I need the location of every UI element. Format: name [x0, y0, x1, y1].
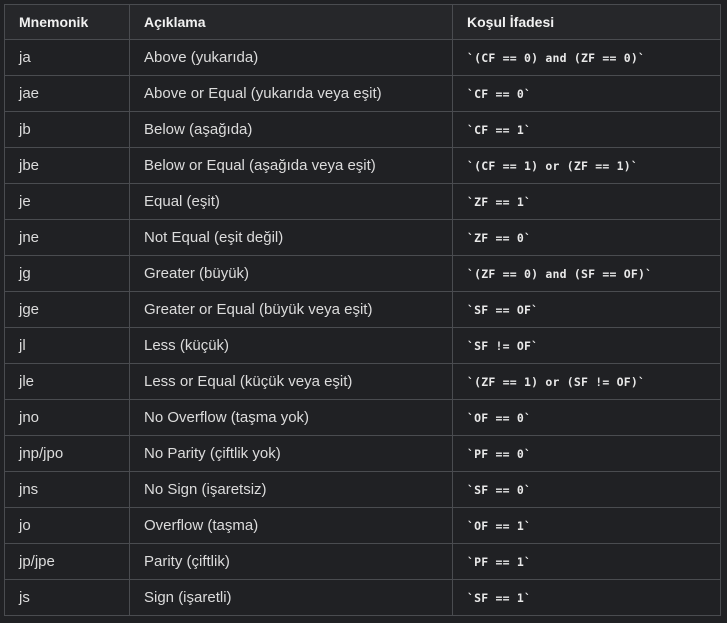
- description-cell: No Parity (çiftlik yok): [129, 435, 453, 472]
- mnemonic-cell: ja: [4, 39, 130, 76]
- table-row: jle Less or Equal (küçük veya eşit) `(ZF…: [4, 363, 721, 400]
- mnemonic-cell: je: [4, 183, 130, 220]
- description-cell: Less (küçük): [129, 327, 453, 364]
- condition-cell: `(ZF == 1) or (SF != OF)`: [452, 363, 721, 400]
- mnemonic-cell: jge: [4, 291, 130, 328]
- table-row: jno No Overflow (taşma yok) `OF == 0`: [4, 399, 721, 436]
- description-cell: Greater (büyük): [129, 255, 453, 292]
- table-row: jns No Sign (işaretsiz) `SF == 0`: [4, 471, 721, 508]
- condition-cell: `PF == 1`: [452, 543, 721, 580]
- mnemonic-cell: jp/jpe: [4, 543, 130, 580]
- mnemonic-cell: jae: [4, 75, 130, 112]
- conditional-jumps-table: Mnemonik Açıklama Koşul İfadesi ja Above…: [4, 4, 721, 616]
- table-row: jb Below (aşağıda) `CF == 1`: [4, 111, 721, 148]
- description-cell: Not Equal (eşit değil): [129, 219, 453, 256]
- column-header-mnemonic: Mnemonik: [4, 4, 130, 40]
- condition-cell: `(CF == 0) and (ZF == 0)`: [452, 39, 721, 76]
- condition-cell: `(ZF == 0) and (SF == OF)`: [452, 255, 721, 292]
- mnemonic-cell: jg: [4, 255, 130, 292]
- condition-cell: `CF == 0`: [452, 75, 721, 112]
- table-row: jbe Below or Equal (aşağıda veya eşit) `…: [4, 147, 721, 184]
- condition-cell: `SF == 0`: [452, 471, 721, 508]
- description-cell: No Sign (işaretsiz): [129, 471, 453, 508]
- description-cell: No Overflow (taşma yok): [129, 399, 453, 436]
- table-header: Mnemonik Açıklama Koşul İfadesi: [4, 4, 721, 40]
- condition-cell: `OF == 0`: [452, 399, 721, 436]
- table-row: ja Above (yukarıda) `(CF == 0) and (ZF =…: [4, 39, 721, 76]
- table-row: jnp/jpo No Parity (çiftlik yok) `PF == 0…: [4, 435, 721, 472]
- column-header-condition: Koşul İfadesi: [452, 4, 721, 40]
- description-cell: Above (yukarıda): [129, 39, 453, 76]
- table-row: js Sign (işaretli) `SF == 1`: [4, 579, 721, 616]
- header-row: Mnemonik Açıklama Koşul İfadesi: [4, 4, 721, 40]
- table-body: ja Above (yukarıda) `(CF == 0) and (ZF =…: [4, 39, 721, 616]
- table-row: jo Overflow (taşma) `OF == 1`: [4, 507, 721, 544]
- description-cell: Parity (çiftlik): [129, 543, 453, 580]
- mnemonic-cell: jbe: [4, 147, 130, 184]
- mnemonic-cell: js: [4, 579, 130, 616]
- condition-cell: `PF == 0`: [452, 435, 721, 472]
- table-row: jne Not Equal (eşit değil) `ZF == 0`: [4, 219, 721, 256]
- mnemonic-cell: jne: [4, 219, 130, 256]
- condition-cell: `SF != OF`: [452, 327, 721, 364]
- description-cell: Sign (işaretli): [129, 579, 453, 616]
- table-row: jp/jpe Parity (çiftlik) `PF == 1`: [4, 543, 721, 580]
- description-cell: Below or Equal (aşağıda veya eşit): [129, 147, 453, 184]
- condition-cell: `CF == 1`: [452, 111, 721, 148]
- mnemonic-cell: jo: [4, 507, 130, 544]
- condition-cell: `(CF == 1) or (ZF == 1)`: [452, 147, 721, 184]
- description-cell: Below (aşağıda): [129, 111, 453, 148]
- description-cell: Above or Equal (yukarıda veya eşit): [129, 75, 453, 112]
- condition-cell: `OF == 1`: [452, 507, 721, 544]
- mnemonic-cell: jle: [4, 363, 130, 400]
- description-cell: Equal (eşit): [129, 183, 453, 220]
- condition-cell: `SF == 1`: [452, 579, 721, 616]
- mnemonic-cell: jb: [4, 111, 130, 148]
- condition-cell: `ZF == 1`: [452, 183, 721, 220]
- table-row: jae Above or Equal (yukarıda veya eşit) …: [4, 75, 721, 112]
- description-cell: Greater or Equal (büyük veya eşit): [129, 291, 453, 328]
- conditional-jumps-table-container: Mnemonik Açıklama Koşul İfadesi ja Above…: [4, 4, 721, 616]
- table-row: je Equal (eşit) `ZF == 1`: [4, 183, 721, 220]
- mnemonic-cell: jno: [4, 399, 130, 436]
- mnemonic-cell: jnp/jpo: [4, 435, 130, 472]
- table-row: jl Less (küçük) `SF != OF`: [4, 327, 721, 364]
- table-row: jge Greater or Equal (büyük veya eşit) `…: [4, 291, 721, 328]
- description-cell: Overflow (taşma): [129, 507, 453, 544]
- table-row: jg Greater (büyük) `(ZF == 0) and (SF ==…: [4, 255, 721, 292]
- mnemonic-cell: jl: [4, 327, 130, 364]
- condition-cell: `SF == OF`: [452, 291, 721, 328]
- column-header-description: Açıklama: [129, 4, 453, 40]
- description-cell: Less or Equal (küçük veya eşit): [129, 363, 453, 400]
- mnemonic-cell: jns: [4, 471, 130, 508]
- condition-cell: `ZF == 0`: [452, 219, 721, 256]
